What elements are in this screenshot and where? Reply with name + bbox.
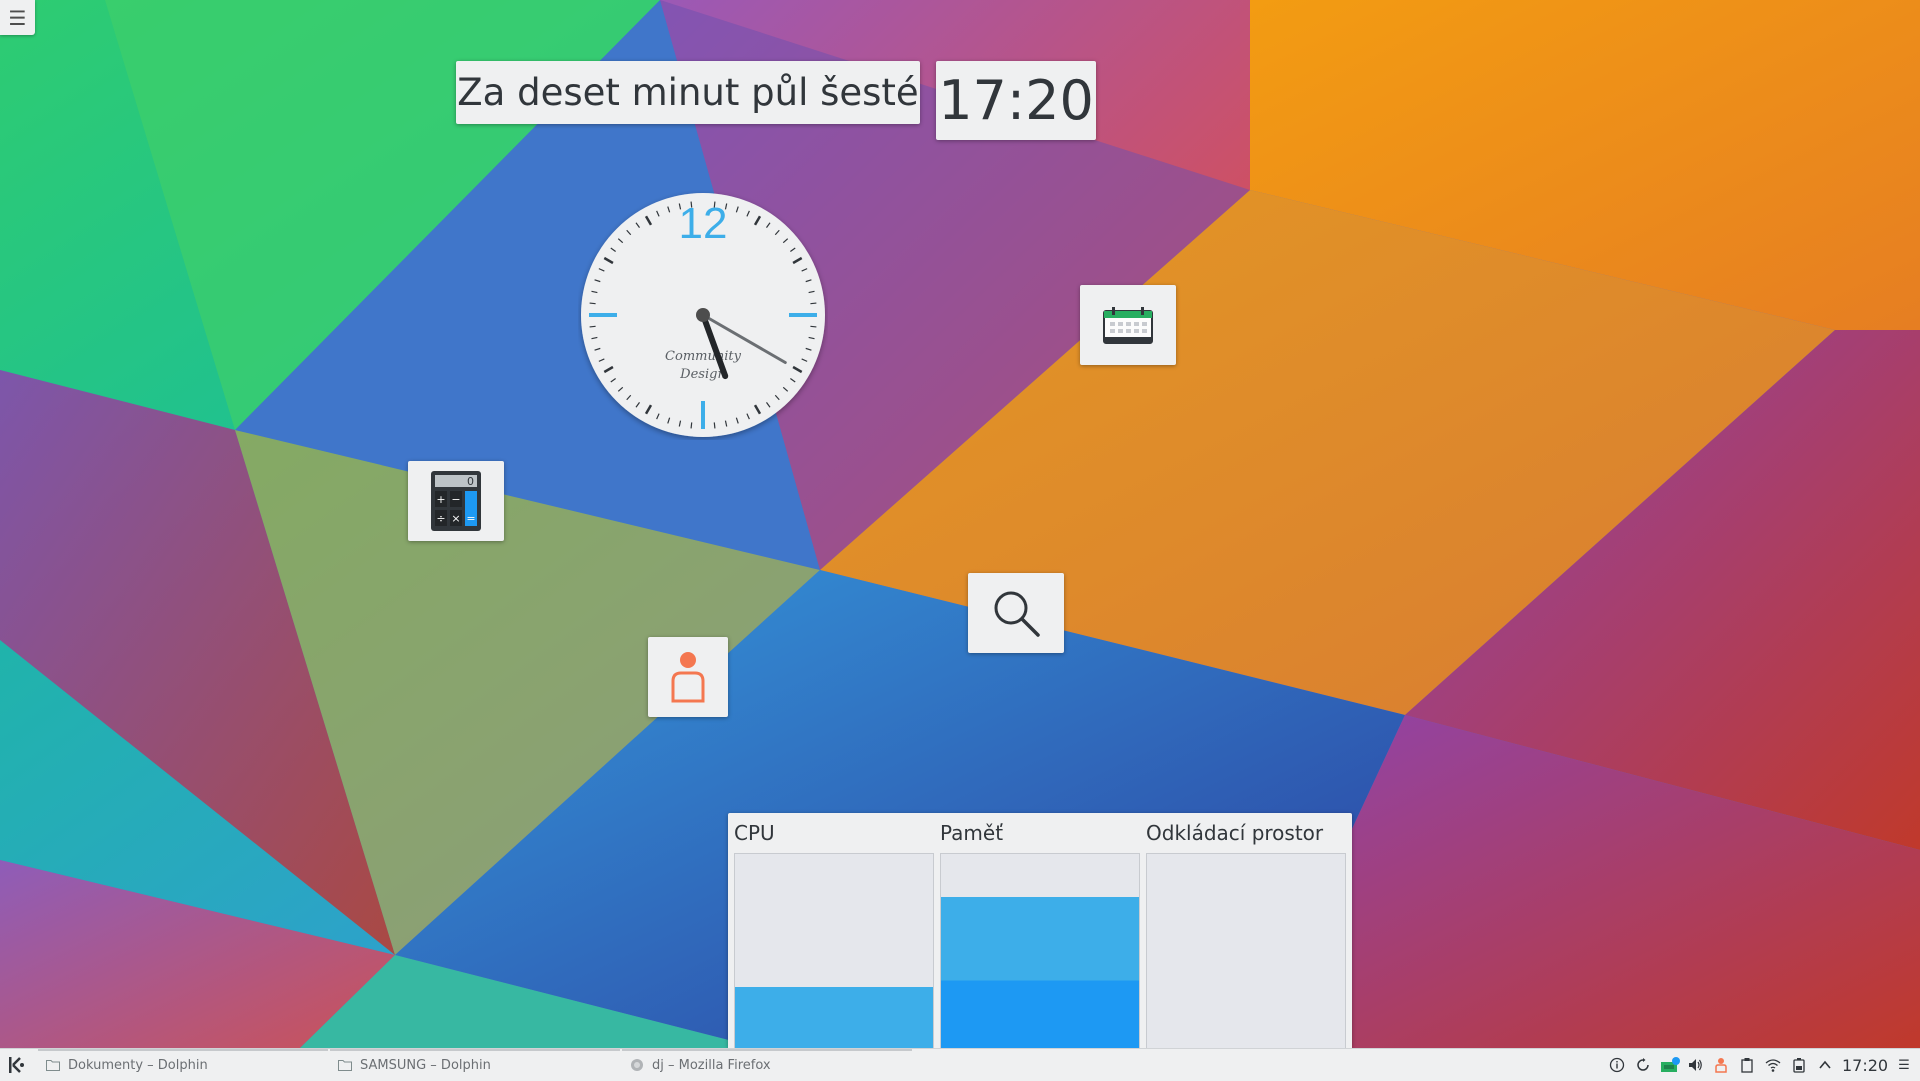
task-label: dj – Mozilla Firefox — [652, 1057, 771, 1073]
memory-monitor-title: Paměť — [940, 821, 1004, 845]
svg-text:×: × — [451, 512, 460, 525]
clock-brand-line1: Community — [665, 349, 742, 364]
digital-clock-widget[interactable]: 17:20 — [936, 61, 1096, 140]
clock-tick — [589, 325, 596, 328]
calculator-launcher[interactable]: 0 + − ÷ × = — [408, 461, 504, 541]
clipboard-icon[interactable] — [1739, 1057, 1755, 1073]
user-launcher[interactable] — [648, 637, 728, 717]
taskbar-panel: Dokumenty – Dolphin SAMSUNG – Dolphin dj… — [0, 1048, 1920, 1081]
battery-icon[interactable] — [1791, 1057, 1807, 1073]
clock-brand-line2: Design — [679, 367, 726, 382]
expand-tray-icon[interactable] — [1817, 1057, 1833, 1073]
folder-icon — [338, 1060, 352, 1071]
analog-clock-widget[interactable]: 12 Community Design — [578, 190, 828, 440]
wifi-icon[interactable] — [1765, 1057, 1781, 1073]
svg-text:+: + — [436, 493, 445, 506]
clock-center-pin — [696, 308, 710, 322]
cpu-monitor[interactable]: CPU — [728, 813, 934, 1049]
swap-monitor-graph — [1146, 853, 1346, 1049]
swap-monitor[interactable]: Odkládací prostor — [1140, 813, 1346, 1049]
calendar-icon — [1103, 307, 1153, 344]
info-icon[interactable] — [1609, 1057, 1625, 1073]
calculator-icon: 0 + − ÷ × = — [431, 471, 481, 531]
swap-monitor-title: Odkládací prostor — [1146, 821, 1324, 845]
user-status-icon[interactable] — [1713, 1057, 1729, 1073]
task-dokumenty-dolphin[interactable]: Dokumenty – Dolphin — [46, 1049, 208, 1081]
task-label: Dokumenty – Dolphin — [68, 1057, 208, 1073]
system-monitor-widget[interactable]: CPU Paměť Odkládací prostor — [728, 813, 1352, 1049]
cpu-monitor-title: CPU — [734, 821, 775, 845]
calendar-launcher[interactable] — [1080, 285, 1176, 365]
panel-clock-time: 17:20 — [1842, 1055, 1889, 1075]
digital-clock-time: 17:20 — [938, 69, 1094, 132]
clock-numeral-12: 12 — [679, 199, 728, 248]
clock-tick — [810, 302, 817, 305]
firefox-icon — [631, 1059, 643, 1071]
cpu-monitor-graph — [734, 853, 934, 1049]
folder-icon — [46, 1060, 60, 1071]
clock-tick — [589, 302, 596, 305]
task-firefox[interactable]: dj – Mozilla Firefox — [630, 1049, 771, 1081]
clock-tick — [690, 422, 693, 429]
memory-monitor[interactable]: Paměť — [934, 813, 1140, 1049]
panel-clock[interactable]: 17:20 — [1842, 1049, 1888, 1081]
panel-menu-icon[interactable]: ☰ — [1896, 1057, 1912, 1073]
hamburger-menu-icon: ☰ — [8, 5, 27, 30]
clock-tick — [810, 325, 817, 328]
memory-usage-bar — [941, 896, 1139, 1049]
user-icon — [671, 652, 705, 703]
clock-tick — [713, 422, 716, 429]
fuzzy-clock-widget[interactable]: Za deset minut půl šesté — [456, 61, 920, 124]
task-label: SAMSUNG – Dolphin — [360, 1057, 491, 1073]
svg-text:−: − — [451, 493, 460, 506]
desktop-toolbox-button[interactable]: ☰ — [0, 0, 35, 35]
fuzzy-clock-text: Za deset minut půl šesté — [457, 71, 919, 114]
cpu-usage-bar — [735, 986, 933, 1049]
network-manager-icon[interactable] — [1660, 1057, 1680, 1073]
svg-text:=: = — [466, 512, 475, 525]
update-icon[interactable] — [1635, 1057, 1651, 1073]
search-icon — [994, 591, 1040, 637]
task-samsung-dolphin[interactable]: SAMSUNG – Dolphin — [338, 1049, 491, 1081]
kde-logo-icon — [9, 1057, 24, 1073]
svg-text:÷: ÷ — [436, 512, 445, 525]
volume-icon[interactable] — [1687, 1057, 1703, 1073]
memory-monitor-graph — [940, 853, 1140, 1049]
application-launcher-button[interactable] — [6, 1055, 26, 1075]
search-launcher[interactable] — [968, 573, 1064, 653]
calculator-display-value: 0 — [467, 475, 474, 488]
